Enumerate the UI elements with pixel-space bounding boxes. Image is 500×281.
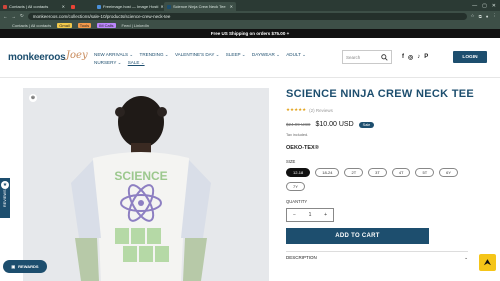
site-logo[interactable]: monkeeroos: [8, 52, 66, 63]
main-nav: NEW ARRIVALS ⌄ TRENDING ⌄ VALENTINE'S DA…: [94, 51, 324, 67]
tab-favicon-icon: [167, 4, 171, 9]
size-option-2t[interactable]: 2T: [344, 168, 364, 177]
oeko-tex-label: OEKO-TEX®: [286, 145, 319, 151]
login-button[interactable]: LOGIN: [453, 51, 487, 63]
decrease-quantity-button[interactable]: −: [293, 212, 296, 218]
increase-quantity-button[interactable]: +: [324, 212, 327, 218]
minimize-icon[interactable]: —: [472, 3, 477, 9]
window-controls: — ▢ ✕: [472, 3, 500, 9]
bookmark-linkedin[interactable]: Feed | LinkedIn: [122, 23, 150, 28]
social-links: f ◎ ♪ P: [402, 54, 428, 61]
nav-nursery[interactable]: NURSERY ⌄: [94, 59, 121, 67]
tab-favicon-icon: [97, 4, 101, 9]
close-window-icon[interactable]: ✕: [492, 3, 496, 9]
size-options: 12-18 18-24 2T 3T 4T 5T 6Y 7Y: [286, 168, 466, 191]
maximize-icon[interactable]: ▢: [482, 3, 487, 9]
zoom-icon[interactable]: ⊕: [29, 94, 37, 102]
product-rating[interactable]: ★★★★★ (2) Reviews: [286, 107, 486, 113]
tab-label: Freeimage.host — Image Hosti: [103, 4, 159, 9]
chevron-down-icon: ⌄: [464, 255, 468, 260]
browser-tab[interactable]: [68, 2, 94, 11]
nav-sleep[interactable]: SLEEP ⌄: [226, 51, 246, 59]
nav-valentines-day[interactable]: VALENTINE'S DAY ⌄: [175, 51, 220, 59]
bookmark-item[interactable]: Contacts | All contacts: [12, 23, 51, 28]
browser-tab-active[interactable]: Science Ninja Crew Neck Tee ✕: [164, 2, 236, 11]
size-option-7y[interactable]: 7Y: [286, 182, 305, 191]
tiktok-icon[interactable]: ♪: [417, 54, 420, 61]
product-title: SCIENCE NINJA CREW NECK TEE: [286, 88, 474, 100]
extensions-icon[interactable]: ⧉: [479, 14, 482, 19]
original-price: $24.99 USD: [286, 122, 311, 127]
menu-icon[interactable]: ⋮: [493, 13, 498, 19]
search-placeholder: Search: [346, 54, 361, 60]
tab-label: Contacts | All contacts: [9, 4, 49, 9]
joey-logo[interactable]: Joey: [66, 50, 88, 61]
nav-trending[interactable]: TRENDING ⌄: [140, 51, 169, 59]
close-icon[interactable]: ✕: [230, 4, 233, 9]
price-row: $24.99 USD $10.00 USD Sale: [286, 121, 486, 128]
size-option-3t[interactable]: 3T: [368, 168, 387, 177]
gift-icon: ▣: [11, 264, 16, 269]
star-icon: ★: [1, 181, 9, 189]
facebook-icon[interactable]: f: [402, 54, 404, 61]
forward-icon[interactable]: →: [12, 14, 17, 19]
url-text: monkeeroos.com/collections/sale-10/produ…: [32, 13, 171, 19]
browser-tab[interactable]: Freeimage.host — Image Hosti ✕: [94, 2, 164, 11]
bookmarks-bar: Contacts | All contacts Gmail Tools IM C…: [0, 21, 500, 29]
sale-badge: Sale: [358, 121, 375, 128]
nav-daywear[interactable]: DAYWEAR ⌄: [252, 51, 280, 59]
announcement-bar: Free US Shipping on orders $75.00 +: [0, 29, 500, 38]
browser-tab-bar: Contacts | All contacts ✕ Freeimage.host …: [0, 0, 500, 11]
pinterest-icon[interactable]: P: [424, 54, 428, 61]
announcement-text: Free US Shipping on orders $75.00 +: [210, 31, 290, 36]
bookmark-star-icon[interactable]: ☆: [471, 13, 475, 19]
browser-tab[interactable]: Contacts | All contacts ✕: [0, 2, 68, 11]
profile-icon[interactable]: ●: [486, 14, 489, 19]
reviews-tab-label: REVIEWS: [3, 189, 7, 207]
size-option-4t[interactable]: 4T: [391, 168, 411, 177]
back-icon[interactable]: ←: [3, 14, 8, 19]
nav-adult[interactable]: ADULT ⌄: [286, 51, 306, 59]
rewards-button[interactable]: ▣ REWARDS: [3, 260, 47, 273]
size-option-18-24[interactable]: 18-24: [315, 168, 340, 177]
reviews-link[interactable]: (2) Reviews: [309, 108, 333, 113]
quantity-stepper: − 1 +: [286, 208, 334, 222]
url-field[interactable]: monkeeroos.com/collections/sale-10/produ…: [27, 12, 467, 20]
instagram-icon[interactable]: ◎: [408, 54, 413, 61]
product-image[interactable]: ⊕ SCIENCE: [23, 88, 269, 281]
size-option-5t[interactable]: 5T: [415, 168, 435, 177]
size-option-12-18[interactable]: 12-18: [286, 168, 311, 177]
reload-icon[interactable]: ↻: [20, 13, 24, 19]
close-icon[interactable]: ✕: [62, 4, 65, 9]
tab-favicon-icon: [71, 4, 75, 9]
description-label: DESCRIPTION: [286, 255, 317, 260]
tab-favicon-icon: [3, 4, 7, 9]
search-input[interactable]: Search: [342, 50, 392, 64]
bookmark-gmail[interactable]: Gmail: [57, 22, 72, 28]
quantity-label: QUANTITY: [286, 199, 308, 204]
shirt-print-science: SCIENCE: [114, 169, 167, 183]
bookmark-im-calls[interactable]: IM Calls: [97, 22, 116, 28]
tax-note: Tax included.: [286, 133, 309, 137]
size-option-6y[interactable]: 6Y: [439, 168, 459, 177]
nav-sale[interactable]: SALE ⌄: [128, 59, 145, 67]
site-header: monkeeroos Joey NEW ARRIVALS ⌄ TRENDING …: [0, 38, 500, 78]
description-accordion[interactable]: DESCRIPTION ⌄: [286, 251, 468, 261]
nav-new-arrivals[interactable]: NEW ARRIVALS ⌄: [94, 51, 133, 59]
size-label: SIZE: [286, 159, 296, 164]
sale-price: $10.00 USD: [315, 121, 354, 128]
quantity-value[interactable]: 1: [309, 212, 312, 218]
product-info: SCIENCE NINJA CREW NECK TEE ★★★★★ (2) Re…: [286, 88, 486, 261]
bookmark-tools[interactable]: Tools: [77, 22, 92, 28]
scroll-top-icon[interactable]: ⮝: [479, 254, 496, 271]
rewards-label: REWARDS: [18, 264, 39, 269]
product-photo: SCIENCE: [23, 88, 269, 281]
search-icon: [381, 54, 388, 61]
tab-label: Science Ninja Crew Neck Tee: [173, 4, 226, 9]
address-bar: ← → ↻ monkeeroos.com/collections/sale-10…: [0, 11, 500, 21]
add-to-cart-button[interactable]: ADD TO CART: [286, 228, 429, 244]
rating-stars-icon: ★★★★★: [286, 107, 307, 112]
